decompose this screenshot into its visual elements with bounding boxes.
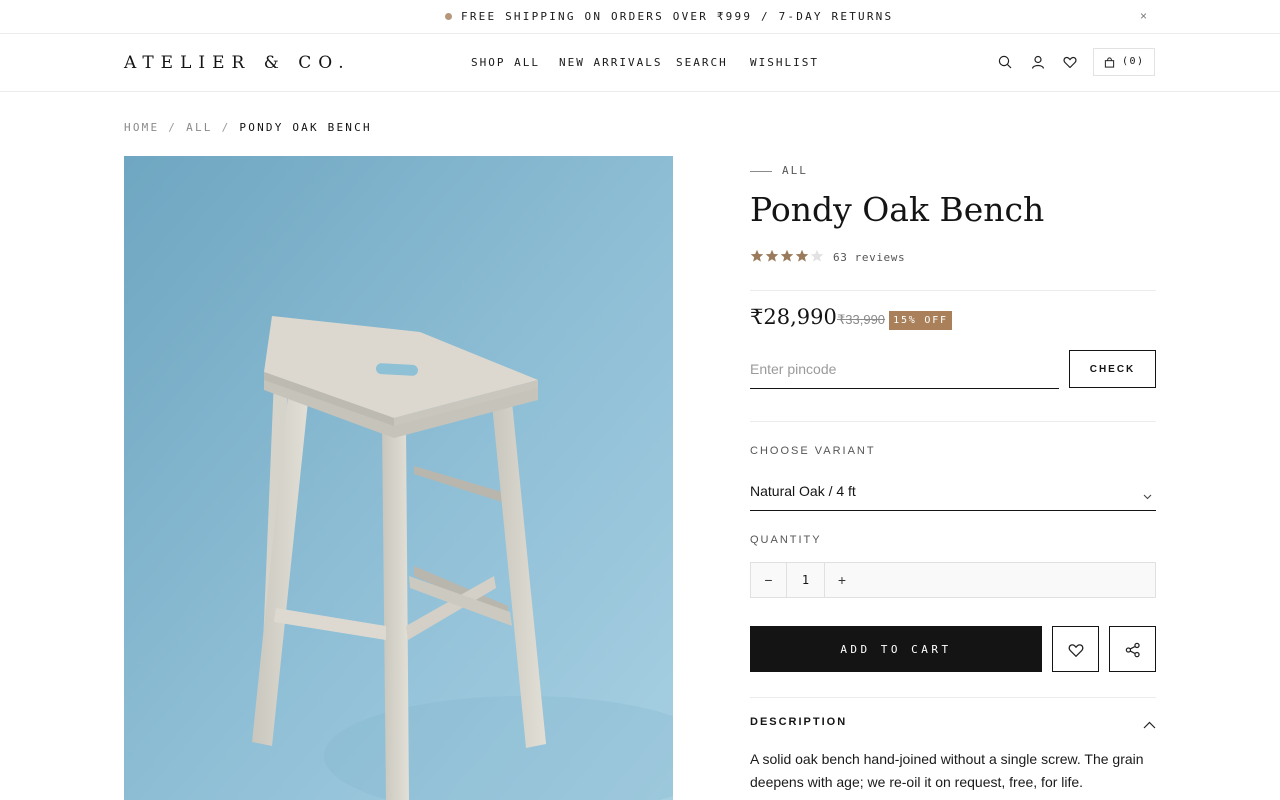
check-pincode-button[interactable]: CHECK	[1069, 350, 1156, 388]
quantity-label: QUANTITY	[750, 534, 822, 546]
pincode-input[interactable]	[750, 350, 1059, 389]
description-heading: DESCRIPTION	[750, 716, 848, 728]
cart-count: (0)	[1122, 56, 1145, 67]
variant-label: CHOOSE VARIANT	[750, 445, 876, 457]
announcement-text: FREE SHIPPING ON ORDERS OVER ₹999 / 7-DA…	[461, 10, 894, 23]
divider	[750, 290, 1156, 291]
category-label[interactable]: ALL	[782, 164, 808, 177]
user-icon[interactable]	[1031, 55, 1047, 71]
star-rating[interactable]: 63 reviews	[750, 249, 905, 268]
nav-search[interactable]: SEARCH	[676, 56, 728, 69]
breadcrumb-current: PONDY OAK BENCH	[239, 121, 372, 134]
breadcrumb-all[interactable]: ALL	[186, 121, 212, 134]
nav-new-arrivals[interactable]: NEW ARRIVALS	[559, 56, 662, 69]
nav-wishlist[interactable]: WISHLIST	[750, 56, 819, 69]
heart-icon	[1068, 644, 1084, 657]
divider	[750, 421, 1156, 422]
cart-button[interactable]: (0)	[1093, 48, 1155, 76]
share-button[interactable]	[1109, 626, 1156, 672]
review-count[interactable]: 63 reviews	[833, 251, 905, 264]
share-icon	[1125, 642, 1140, 658]
breadcrumb-separator: /	[221, 121, 231, 134]
breadcrumb-separator: /	[168, 121, 178, 134]
star-icon	[750, 249, 764, 268]
announcement-dot	[445, 13, 452, 20]
price: ₹28,990	[750, 305, 837, 329]
site-header: ATELIER & CO. SHOP ALL NEW ARRIVALS SEAR…	[0, 34, 1280, 92]
product-title: Pondy Oak Bench	[750, 190, 1045, 229]
star-empty-icon	[810, 249, 824, 268]
heart-icon[interactable]	[1063, 55, 1079, 71]
quantity-stepper: − 1 +	[750, 562, 1156, 598]
variant-value: Natural Oak / 4 ft	[750, 483, 856, 499]
increase-quantity-button[interactable]: +	[825, 563, 859, 597]
chevron-up-icon	[1143, 716, 1156, 734]
announcement-bar: FREE SHIPPING ON ORDERS OVER ₹999 / 7-DA…	[0, 0, 1280, 34]
add-to-wishlist-button[interactable]	[1052, 626, 1099, 672]
star-icon	[765, 249, 779, 268]
star-icon	[780, 249, 794, 268]
nav-shop-all[interactable]: SHOP ALL	[471, 56, 540, 69]
add-to-cart-button[interactable]: ADD TO CART	[750, 626, 1042, 672]
discount-badge: 15% OFF	[889, 311, 952, 330]
chevron-down-icon	[1143, 487, 1152, 505]
star-icon	[795, 249, 809, 268]
product-category: ALL	[750, 164, 808, 177]
description-text: A solid oak bench hand-joined without a …	[750, 751, 1144, 790]
category-rule	[750, 170, 772, 172]
logo[interactable]: ATELIER & CO.	[124, 53, 351, 73]
variant-select[interactable]: Natural Oak / 4 ft	[750, 472, 1156, 511]
close-icon[interactable]: ×	[1140, 9, 1147, 23]
description-accordion[interactable]: DESCRIPTION	[750, 698, 1156, 746]
breadcrumb: HOME / ALL / PONDY OAK BENCH	[124, 121, 372, 134]
quantity-value[interactable]: 1	[787, 563, 825, 597]
decrease-quantity-button[interactable]: −	[751, 563, 787, 597]
compare-price: ₹33,990	[837, 312, 886, 327]
breadcrumb-home[interactable]: HOME	[124, 121, 159, 134]
search-icon[interactable]	[998, 55, 1014, 71]
bag-icon	[1104, 57, 1115, 68]
product-image[interactable]	[124, 156, 673, 800]
